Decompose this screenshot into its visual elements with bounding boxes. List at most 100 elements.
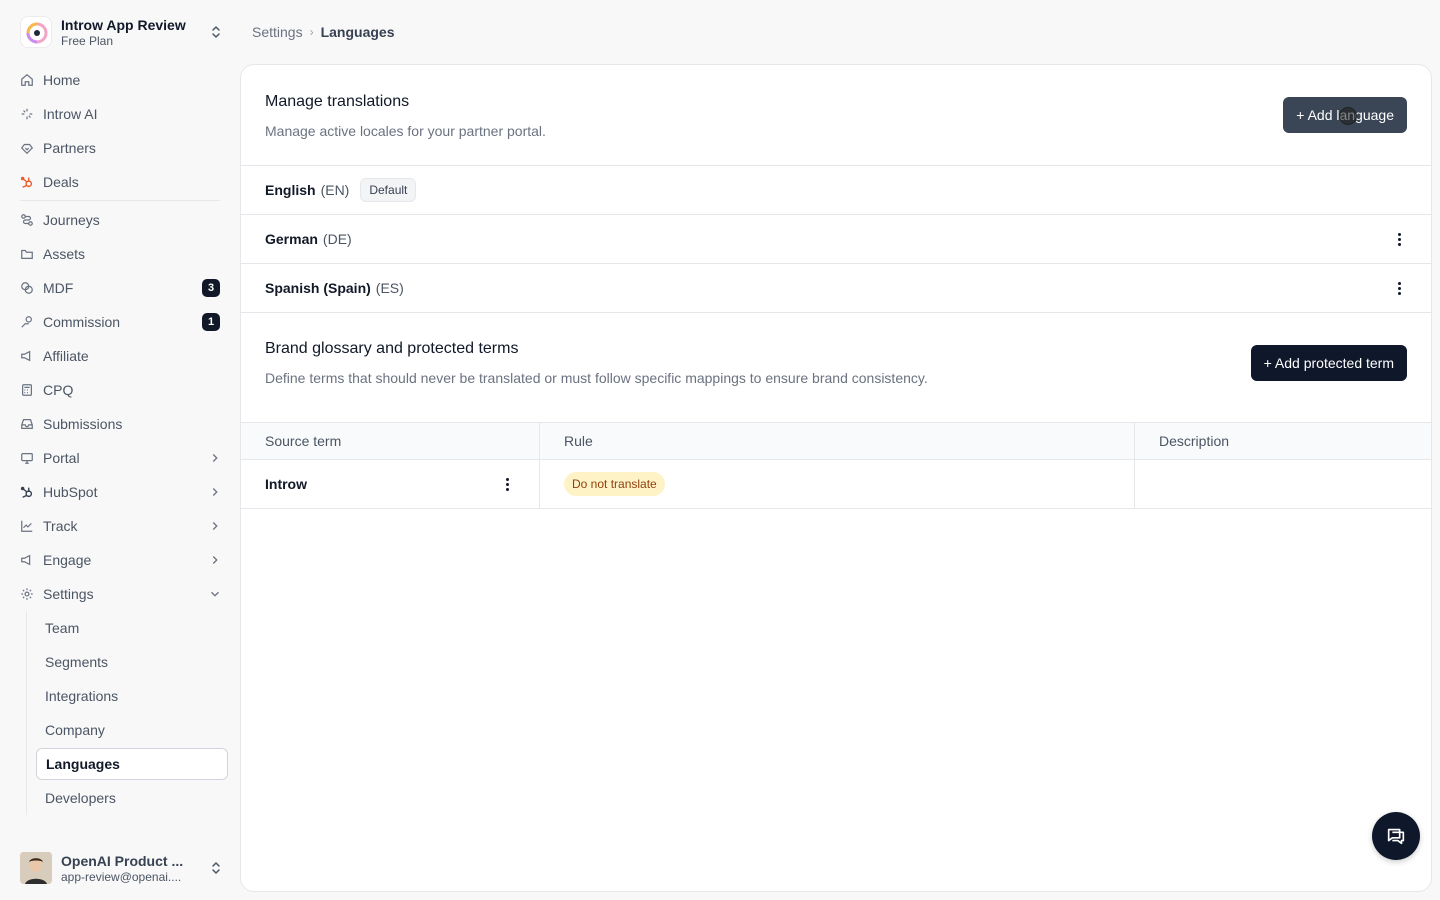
table-row: Introw Do not translate [241,460,1431,509]
nav-item-assets[interactable]: Assets [20,237,220,271]
nav-divider [20,200,220,201]
nav-label: Introw AI [43,106,98,122]
chat-button[interactable] [1372,812,1420,860]
folder-icon [20,247,34,261]
sidebar-item-languages[interactable]: Languages [36,748,228,780]
handshake-icon [20,141,34,155]
monitor-icon [20,451,34,465]
language-code: (DE) [322,231,352,247]
sidebar-item-integrations[interactable]: Integrations [36,679,220,713]
nav-item-home[interactable]: Home [20,63,220,97]
sidebar-item-company[interactable]: Company [36,713,220,747]
language-row: German (DE) [241,215,1431,264]
nav-label: Submissions [43,416,123,432]
nav-label: Home [43,72,81,88]
breadcrumb: Settings › Languages [252,22,395,42]
nav-item-submissions[interactable]: Submissions [20,407,220,441]
chevron-right-icon [212,522,218,530]
section-description: Define terms that should never be transl… [265,370,928,386]
default-badge: Default [360,178,417,202]
column-header-rule: Rule [540,423,1135,459]
sidebar-item-team[interactable]: Team [36,611,220,645]
column-header-source: Source term [241,423,540,459]
chevron-right-icon [212,488,218,496]
nav-item-introw-ai[interactable]: Introw AI [20,97,220,131]
user-menu[interactable]: OpenAI Product ... app-review@openai.... [20,851,224,885]
chevrons-up-down-icon [212,26,220,38]
language-code: (ES) [375,280,404,296]
language-name: English [265,182,316,198]
nav-label: Settings [43,586,94,602]
inbox-icon [20,417,34,431]
more-vertical-icon[interactable] [1395,280,1403,296]
language-name: German [265,231,318,247]
settings-submenu: Team Segments Integrations Company Langu… [26,611,228,815]
nav-label: Deals [43,174,79,190]
count-badge: 1 [202,313,220,331]
nav-item-portal[interactable]: Portal [20,441,220,475]
nav-item-cpq[interactable]: CPQ [20,373,220,407]
nav-item-mdf[interactable]: MDF 3 [20,271,220,305]
nav-item-settings[interactable]: Settings [20,577,220,611]
add-protected-term-button[interactable]: + Add protected term [1250,345,1407,381]
nav-label: Commission [43,314,121,330]
breadcrumb-parent[interactable]: Settings [252,24,303,40]
language-name: Spanish (Spain) [265,280,371,296]
section-description: Manage active locales for your partner p… [265,123,546,139]
nav-item-partners[interactable]: Partners [20,131,220,165]
glossary-header: Brand glossary and protected terms Defin… [241,313,1431,422]
count-badge: 3 [202,279,220,297]
user-name: OpenAI Product ... [61,852,184,869]
rule-cell: Do not translate [540,460,1135,508]
description-cell [1135,460,1431,508]
nav-item-affiliate[interactable]: Affiliate [20,339,220,373]
nav-label: Engage [43,552,92,568]
chevron-down-icon [211,591,219,597]
chevron-right-icon: › [309,25,314,39]
nav-item-deals[interactable]: Deals [20,165,220,199]
nav-label: Portal [43,450,80,466]
language-code: (EN) [320,182,350,198]
add-language-button[interactable]: + Add language [1283,97,1407,133]
calculator-icon [20,383,34,397]
nav-item-hubspot[interactable]: HubSpot [20,475,220,509]
nav-label: Track [43,518,78,534]
sidebar-item-developers[interactable]: Developers [36,781,220,815]
sparkle-icon [20,107,34,121]
sidebar-item-segments[interactable]: Segments [36,645,220,679]
section-title: Brand glossary and protected terms [265,340,519,357]
source-term: Introw [265,476,307,492]
language-row: Spanish (Spain) (ES) [241,264,1431,313]
more-vertical-icon[interactable] [503,476,511,492]
section-title: Manage translations [265,93,410,110]
glossary-table: Source term Rule Description Introw Do n… [241,422,1431,509]
nav-item-journeys[interactable]: Journeys [20,203,220,237]
megaphone-icon [20,553,34,567]
chat-icon [1387,828,1405,845]
nav-label: Assets [43,246,86,262]
route-icon [20,213,34,227]
coins-icon [20,281,34,295]
nav-label: Affiliate [43,348,89,364]
workspace-name: Introw App Review [61,16,186,33]
workspace-logo [20,16,52,48]
chevron-right-icon [212,454,218,462]
hubspot-icon [20,175,34,189]
hubspot-icon [20,485,34,499]
workspace-plan: Free Plan [61,33,114,48]
user-email: app-review@openai.... [61,869,182,884]
nav-item-engage[interactable]: Engage [20,543,220,577]
home-icon [20,73,34,87]
gear-icon [20,587,34,601]
more-vertical-icon[interactable] [1395,231,1403,247]
megaphone-icon [20,349,34,363]
translations-header: Manage translations Manage active locale… [241,65,1431,166]
nav-label: MDF [43,280,74,296]
nav-item-track[interactable]: Track [20,509,220,543]
sidebar: Introw App Review Free Plan Home Introw … [0,0,240,900]
workspace-switcher[interactable]: Introw App Review Free Plan [20,14,224,50]
chart-line-icon [20,519,34,533]
nav-label: CPQ [43,382,74,398]
rule-badge: Do not translate [564,472,665,496]
nav-item-commission[interactable]: Commission 1 [20,305,220,339]
